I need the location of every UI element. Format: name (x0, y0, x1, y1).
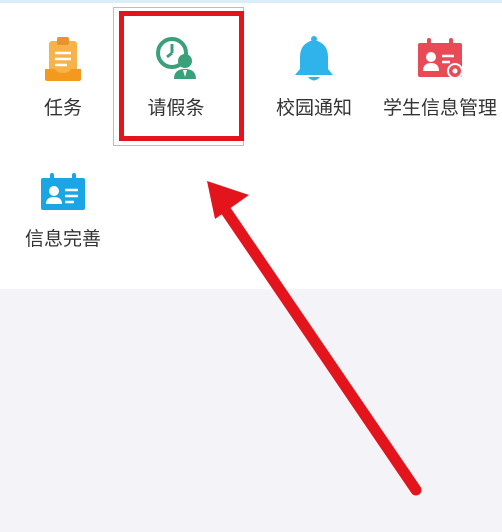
tile-label: 任务 (43, 97, 82, 119)
tile-info-complete[interactable]: 信息完善 (0, 138, 126, 268)
app-grid-panel: 任务 请假条 校园通知 学生信息管理 信息完善 (0, 3, 502, 289)
tile-label: 校园通知 (275, 97, 352, 119)
tile-student-info[interactable]: 学生信息管理 (377, 3, 502, 133)
tile-task[interactable]: 任务 (0, 3, 126, 133)
bell-icon (286, 31, 342, 87)
tile-notice[interactable]: 校园通知 (251, 3, 377, 133)
tile-label: 学生信息管理 (382, 97, 497, 119)
tile-label: 信息完善 (24, 228, 101, 250)
task-clipboard-icon (35, 31, 91, 87)
id-card-icon (35, 166, 91, 222)
highlight-box (119, 11, 244, 141)
student-card-gear-icon (412, 31, 468, 87)
